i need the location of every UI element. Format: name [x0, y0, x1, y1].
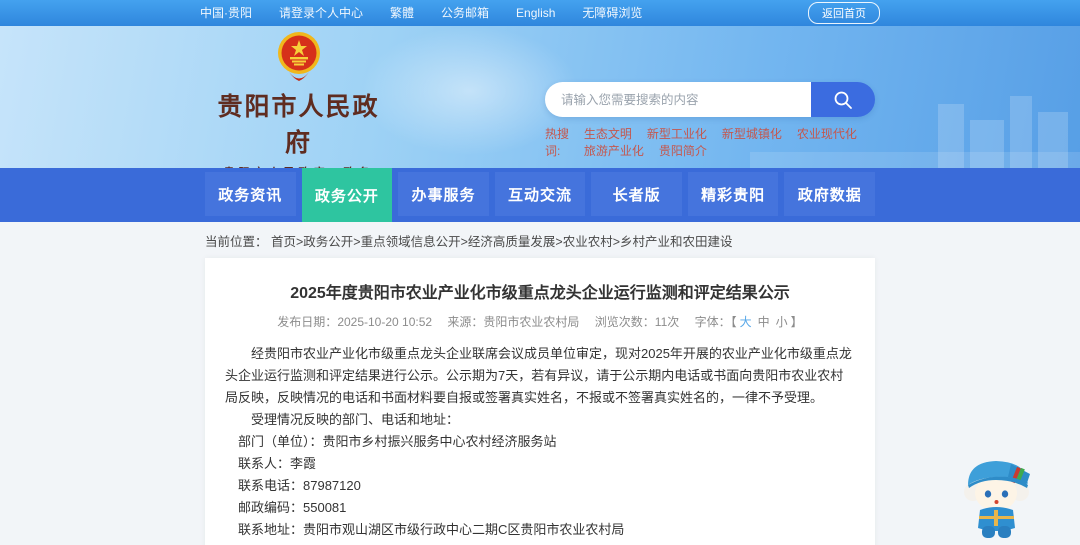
- search-button[interactable]: [811, 82, 875, 117]
- source: 贵阳市农业农村局: [483, 315, 580, 329]
- contact-info: 部门（单位）：贵阳市乡村振兴服务中心农村经济服务站 联系人：李霞联系电话：8798…: [225, 431, 855, 541]
- nav-item-0[interactable]: 政务资讯: [205, 172, 296, 216]
- search-area: 热搜词: 生态文明 新型工业化 新型城镇化 农业现代化旅游产业化 贵阳简介: [545, 82, 875, 159]
- font-size-label: 字体：【: [694, 315, 737, 329]
- search-input[interactable]: [545, 82, 811, 117]
- views-label: 浏览次数：: [594, 315, 655, 329]
- topbar-inner: 中国·贵阳 请登录个人中心 繁體 公务邮箱 English 无障碍浏览 返回首页: [200, 0, 880, 26]
- hot-word-link-0[interactable]: 生态文明: [584, 127, 632, 141]
- breadcrumb: 当前位置： 首页>政务公开>重点领域信息公开>经济高质量发展>农业农村>乡村产业…: [205, 222, 875, 258]
- topbar-item-5[interactable]: 无障碍浏览: [582, 6, 642, 20]
- views: 11次: [654, 315, 680, 329]
- topbar-item-3[interactable]: 公务邮箱: [441, 6, 489, 20]
- nav-item-2[interactable]: 办事服务: [398, 172, 489, 216]
- nav-item-3[interactable]: 互动交流: [494, 172, 586, 216]
- topbar: 中国·贵阳 请登录个人中心 繁體 公务邮箱 English 无障碍浏览 返回首页: [0, 0, 1080, 26]
- article-card: 2025年度贵阳市农业产业化市级重点龙头企业运行监测和评定结果公示 发布日期：2…: [205, 258, 875, 545]
- hot-word-link-5[interactable]: 贵阳简介: [659, 144, 707, 158]
- topbar-item-1[interactable]: 请登录个人中心: [279, 6, 363, 20]
- topbar-item-4[interactable]: English: [516, 6, 555, 20]
- site-banner: 贵阳市人民政府 贵阳市人民政府．政务 www.guiyang.gov.cn 热搜…: [0, 26, 1080, 168]
- topbar-menu: 中国·贵阳 请登录个人中心 繁體 公务邮箱 English 无障碍浏览: [200, 4, 669, 22]
- contact-line-3: 邮政编码：550081: [238, 500, 347, 515]
- topbar-item-2[interactable]: 繁體: [390, 6, 414, 20]
- contact-line-0: 部门（单位）：贵阳市乡村振兴服务中心农村经济服务站: [238, 434, 557, 449]
- national-emblem-icon: [206, 31, 391, 85]
- mascot-assistant-icon[interactable]: [956, 452, 1040, 540]
- hot-word-link-2[interactable]: 新型城镇化: [722, 127, 782, 141]
- return-home-button[interactable]: 返回首页: [808, 2, 880, 24]
- contact-line-2: 联系电话：87987120: [238, 478, 361, 493]
- hot-word-link-4[interactable]: 旅游产业化: [584, 144, 644, 158]
- article-paragraph: 经贵阳市农业产业化市级重点龙头企业联席会议成员单位审定，现对2025年开展的农业…: [225, 346, 852, 405]
- hot-words-label: 热搜词:: [545, 127, 570, 158]
- site-subtitle: 贵阳市人民政府．政务: [206, 164, 391, 168]
- main-nav-items: 政务资讯 政务公开 办事服务 互动交流 长者版 精彩贵阳 政府数据: [202, 168, 878, 222]
- nav-item-6[interactable]: 政府数据: [784, 172, 876, 216]
- content-area: 当前位置： 首页>政务公开>重点领域信息公开>经济高质量发展>农业农村>乡村产业…: [0, 222, 1080, 545]
- source-label: 来源：: [447, 315, 484, 329]
- hot-words-list: 生态文明 新型工业化 新型城镇化 农业现代化旅游产业化 贵阳简介: [584, 125, 875, 159]
- nav-item-1[interactable]: 政务公开: [301, 168, 393, 222]
- article-title: 2025年度贵阳市农业产业化市级重点龙头企业运行监测和评定结果公示: [290, 285, 790, 302]
- search-box: [545, 82, 875, 117]
- main-nav: 政务资讯 政务公开 办事服务 互动交流 长者版 精彩贵阳 政府数据: [0, 168, 1080, 222]
- nav-item-4[interactable]: 长者版: [591, 172, 682, 216]
- hot-word-link-3[interactable]: 农业现代化: [797, 127, 857, 141]
- article-paragraph: 受理情况反映的部门、电话和地址：: [251, 412, 460, 427]
- hot-word-link-1[interactable]: 新型工业化: [647, 127, 707, 141]
- search-icon: [834, 91, 852, 109]
- article-meta: 发布日期：2025-10-20 10:52 来源：贵阳市农业农村局 浏览次数：1…: [225, 313, 855, 330]
- publish-date-label: 发布日期：: [277, 315, 338, 329]
- font-size-bracket: 】: [790, 315, 803, 329]
- breadcrumb-path[interactable]: 首页>政务公开>重点领域信息公开>经济高质量发展>农业农村>乡村产业和农田建设: [271, 235, 733, 249]
- contact-line-4: 联系地址：贵阳市观山湖区市级行政中心二期C区贵阳市农业农村局: [238, 522, 625, 537]
- article-body: 经贵阳市农业产业化市级重点龙头企业联席会议成员单位审定，现对2025年开展的农业…: [225, 343, 855, 541]
- publish-date: 2025-10-20 10:52: [337, 315, 433, 329]
- font-size-medium-button[interactable]: 中: [758, 315, 770, 329]
- topbar-item-0[interactable]: 中国·贵阳: [200, 6, 252, 20]
- hot-search-words: 热搜词: 生态文明 新型工业化 新型城镇化 农业现代化旅游产业化 贵阳简介: [545, 125, 875, 159]
- site-brand[interactable]: 贵阳市人民政府 贵阳市人民政府．政务 www.guiyang.gov.cn: [206, 31, 391, 168]
- font-size-small-button[interactable]: 小: [776, 315, 788, 329]
- nav-item-5[interactable]: 精彩贵阳: [687, 172, 779, 216]
- breadcrumb-label: 当前位置：: [205, 235, 268, 249]
- font-size-large-button[interactable]: 大: [740, 315, 752, 329]
- site-title: 贵阳市人民政府: [217, 93, 380, 157]
- contact-line-1: 联系人：李霞: [238, 456, 317, 471]
